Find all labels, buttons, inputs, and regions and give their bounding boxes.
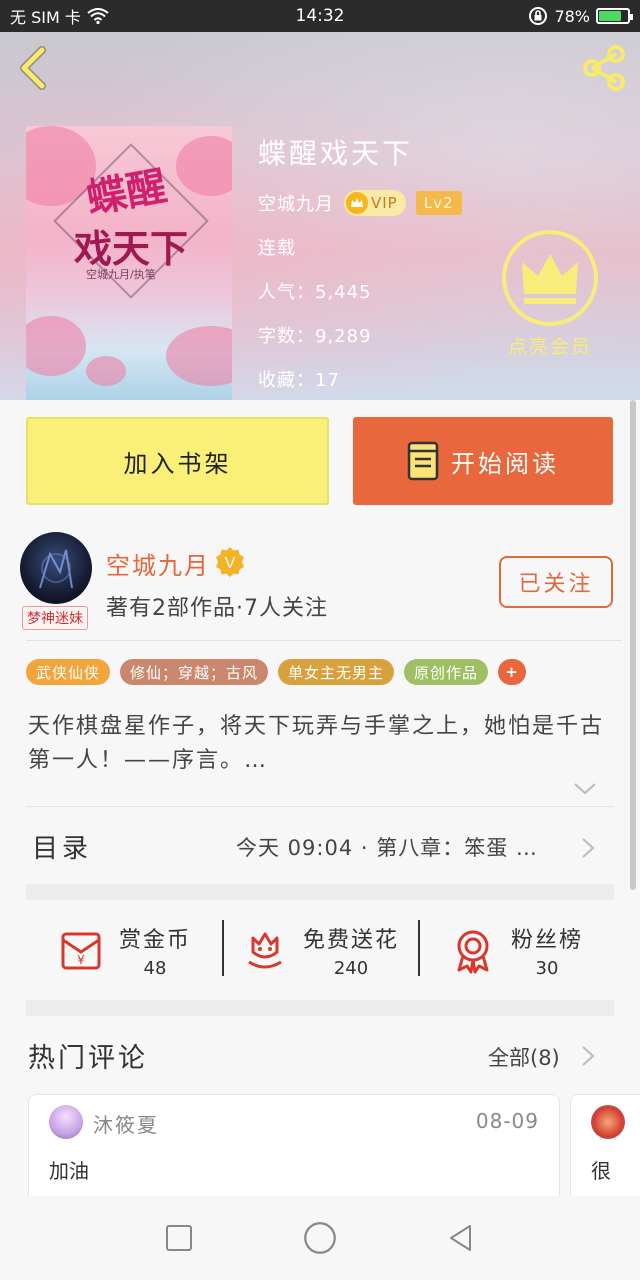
book-cover[interactable]: 蝶醒 戏天下 空城九月/执笔 bbox=[26, 126, 232, 400]
start-reading-button[interactable]: 开始阅读 bbox=[353, 417, 613, 505]
reward-coins-stat[interactable]: ¥ 赏金币 48 bbox=[26, 906, 222, 994]
tag-item[interactable]: 武侠仙侠 bbox=[26, 659, 111, 685]
section-separator bbox=[26, 884, 614, 900]
stat-value: 240 bbox=[333, 957, 369, 979]
tag-item[interactable]: 原创作品 bbox=[404, 659, 489, 685]
comment-date: 08-09 bbox=[475, 1109, 539, 1133]
book-title: 蝶醒戏天下 bbox=[258, 137, 414, 170]
svg-text:¥: ¥ bbox=[77, 953, 85, 967]
comment-card[interactable]: 沐筱夏 08-09 加油 bbox=[28, 1094, 560, 1204]
comment-text: 加油 bbox=[49, 1159, 89, 1183]
vip-crown-icon[interactable] bbox=[500, 228, 600, 328]
commenter-avatar[interactable] bbox=[591, 1105, 625, 1139]
medal-icon bbox=[457, 930, 489, 974]
back-icon[interactable] bbox=[14, 46, 54, 90]
stat-label: 免费送花 bbox=[302, 927, 399, 953]
all-comments-link[interactable]: 全部(8) bbox=[488, 1042, 560, 1072]
stat-value: 48 bbox=[143, 957, 167, 979]
tag-list: 武侠仙侠 修仙；穿越；古风 单女主无男主 原创作品 + bbox=[26, 659, 527, 685]
latest-chapter[interactable]: 今天 09:04 · 第八章：笨蛋 … bbox=[236, 832, 538, 862]
cover-title-bottom: 戏天下 bbox=[74, 226, 189, 271]
tag-item[interactable]: 单女主无男主 bbox=[278, 659, 395, 685]
free-flower-stat[interactable]: 免费送花 240 bbox=[222, 906, 418, 994]
divider bbox=[26, 806, 614, 807]
toc-label[interactable]: 目录 bbox=[32, 828, 92, 865]
home-icon[interactable] bbox=[303, 1221, 337, 1255]
stat-label: 赏金币 bbox=[118, 927, 191, 953]
carrier-label: 无 SIM 卡 bbox=[10, 8, 81, 27]
stat-label: 粉丝榜 bbox=[510, 927, 583, 953]
add-to-shelf-button[interactable]: 加入书架 bbox=[26, 417, 329, 505]
battery-percent: 78% bbox=[554, 6, 590, 26]
fan-ranking-stat[interactable]: 粉丝榜 30 bbox=[418, 906, 614, 994]
stat-value: 30 bbox=[535, 957, 559, 979]
chevron-right-icon[interactable] bbox=[580, 836, 596, 860]
battery-icon bbox=[596, 8, 633, 24]
lock-rotation-icon bbox=[529, 7, 548, 25]
level-badge: Lv2 bbox=[415, 191, 462, 215]
crown-icon bbox=[346, 192, 368, 214]
hot-comments-title: 热门评论 bbox=[28, 1043, 148, 1074]
chevron-right-icon[interactable] bbox=[580, 1044, 596, 1068]
author-avatar[interactable] bbox=[20, 532, 92, 604]
status-bar: 无 SIM 卡 14:32 78% bbox=[0, 0, 640, 32]
add-tag-button[interactable]: + bbox=[498, 659, 527, 685]
author-fan-tag: 梦神迷妹 bbox=[22, 606, 88, 630]
chevron-down-icon[interactable] bbox=[572, 780, 598, 798]
start-reading-label: 开始阅读 bbox=[451, 449, 559, 478]
scrollbar[interactable] bbox=[630, 400, 636, 890]
recent-apps-icon[interactable] bbox=[164, 1223, 194, 1253]
wifi-icon bbox=[87, 8, 109, 24]
book-status: 连载 bbox=[258, 238, 296, 259]
author-name[interactable]: 空城九月 bbox=[106, 546, 210, 581]
tag-item[interactable]: 修仙；穿越；古风 bbox=[120, 659, 269, 685]
flower-icon bbox=[248, 932, 282, 969]
book-word-count: 字数：9,289 bbox=[258, 326, 372, 347]
cover-author: 空城九月/执笔 bbox=[86, 268, 156, 281]
svg-text:V: V bbox=[225, 555, 236, 572]
divider bbox=[26, 640, 622, 641]
red-envelope-icon: ¥ bbox=[61, 932, 101, 970]
vip-badge: VIP bbox=[344, 190, 406, 216]
verified-badge-icon: V bbox=[216, 547, 244, 577]
follow-button[interactable]: 已关注 bbox=[499, 556, 613, 608]
vip-promo-label[interactable]: 点亮会员 bbox=[508, 332, 592, 359]
book-description: 天作棋盘星作子，将天下玩弄与手掌之上，她怕是千古第一人！——序言。… bbox=[28, 714, 605, 773]
commenter-name[interactable]: 沐筱夏 bbox=[93, 1109, 159, 1138]
section-separator bbox=[26, 1000, 614, 1016]
share-icon[interactable] bbox=[580, 44, 628, 92]
comment-text: 很 bbox=[591, 1159, 611, 1183]
book-author[interactable]: 空城九月 bbox=[258, 190, 334, 216]
book-icon bbox=[407, 441, 439, 481]
commenter-avatar[interactable] bbox=[49, 1105, 83, 1139]
comment-card[interactable]: 很 bbox=[570, 1094, 640, 1204]
book-header: 蝶醒 戏天下 空城九月/执笔 蝶醒戏天下 空城九月 VIP Lv2 连载 人气：… bbox=[0, 32, 640, 400]
back-nav-icon[interactable] bbox=[446, 1223, 476, 1253]
book-info: 蝶醒戏天下 空城九月 VIP Lv2 连载 人气：5,445 字数：9,289 … bbox=[258, 132, 462, 400]
book-popularity: 人气：5,445 bbox=[258, 282, 372, 303]
author-meta: 著有2部作品·7人关注 bbox=[106, 596, 328, 621]
system-nav-bar bbox=[0, 1196, 640, 1280]
book-favorites: 收藏：17 bbox=[258, 370, 340, 391]
stats-row: ¥ 赏金币 48 免费送花 240 粉丝榜 30 bbox=[26, 906, 614, 994]
